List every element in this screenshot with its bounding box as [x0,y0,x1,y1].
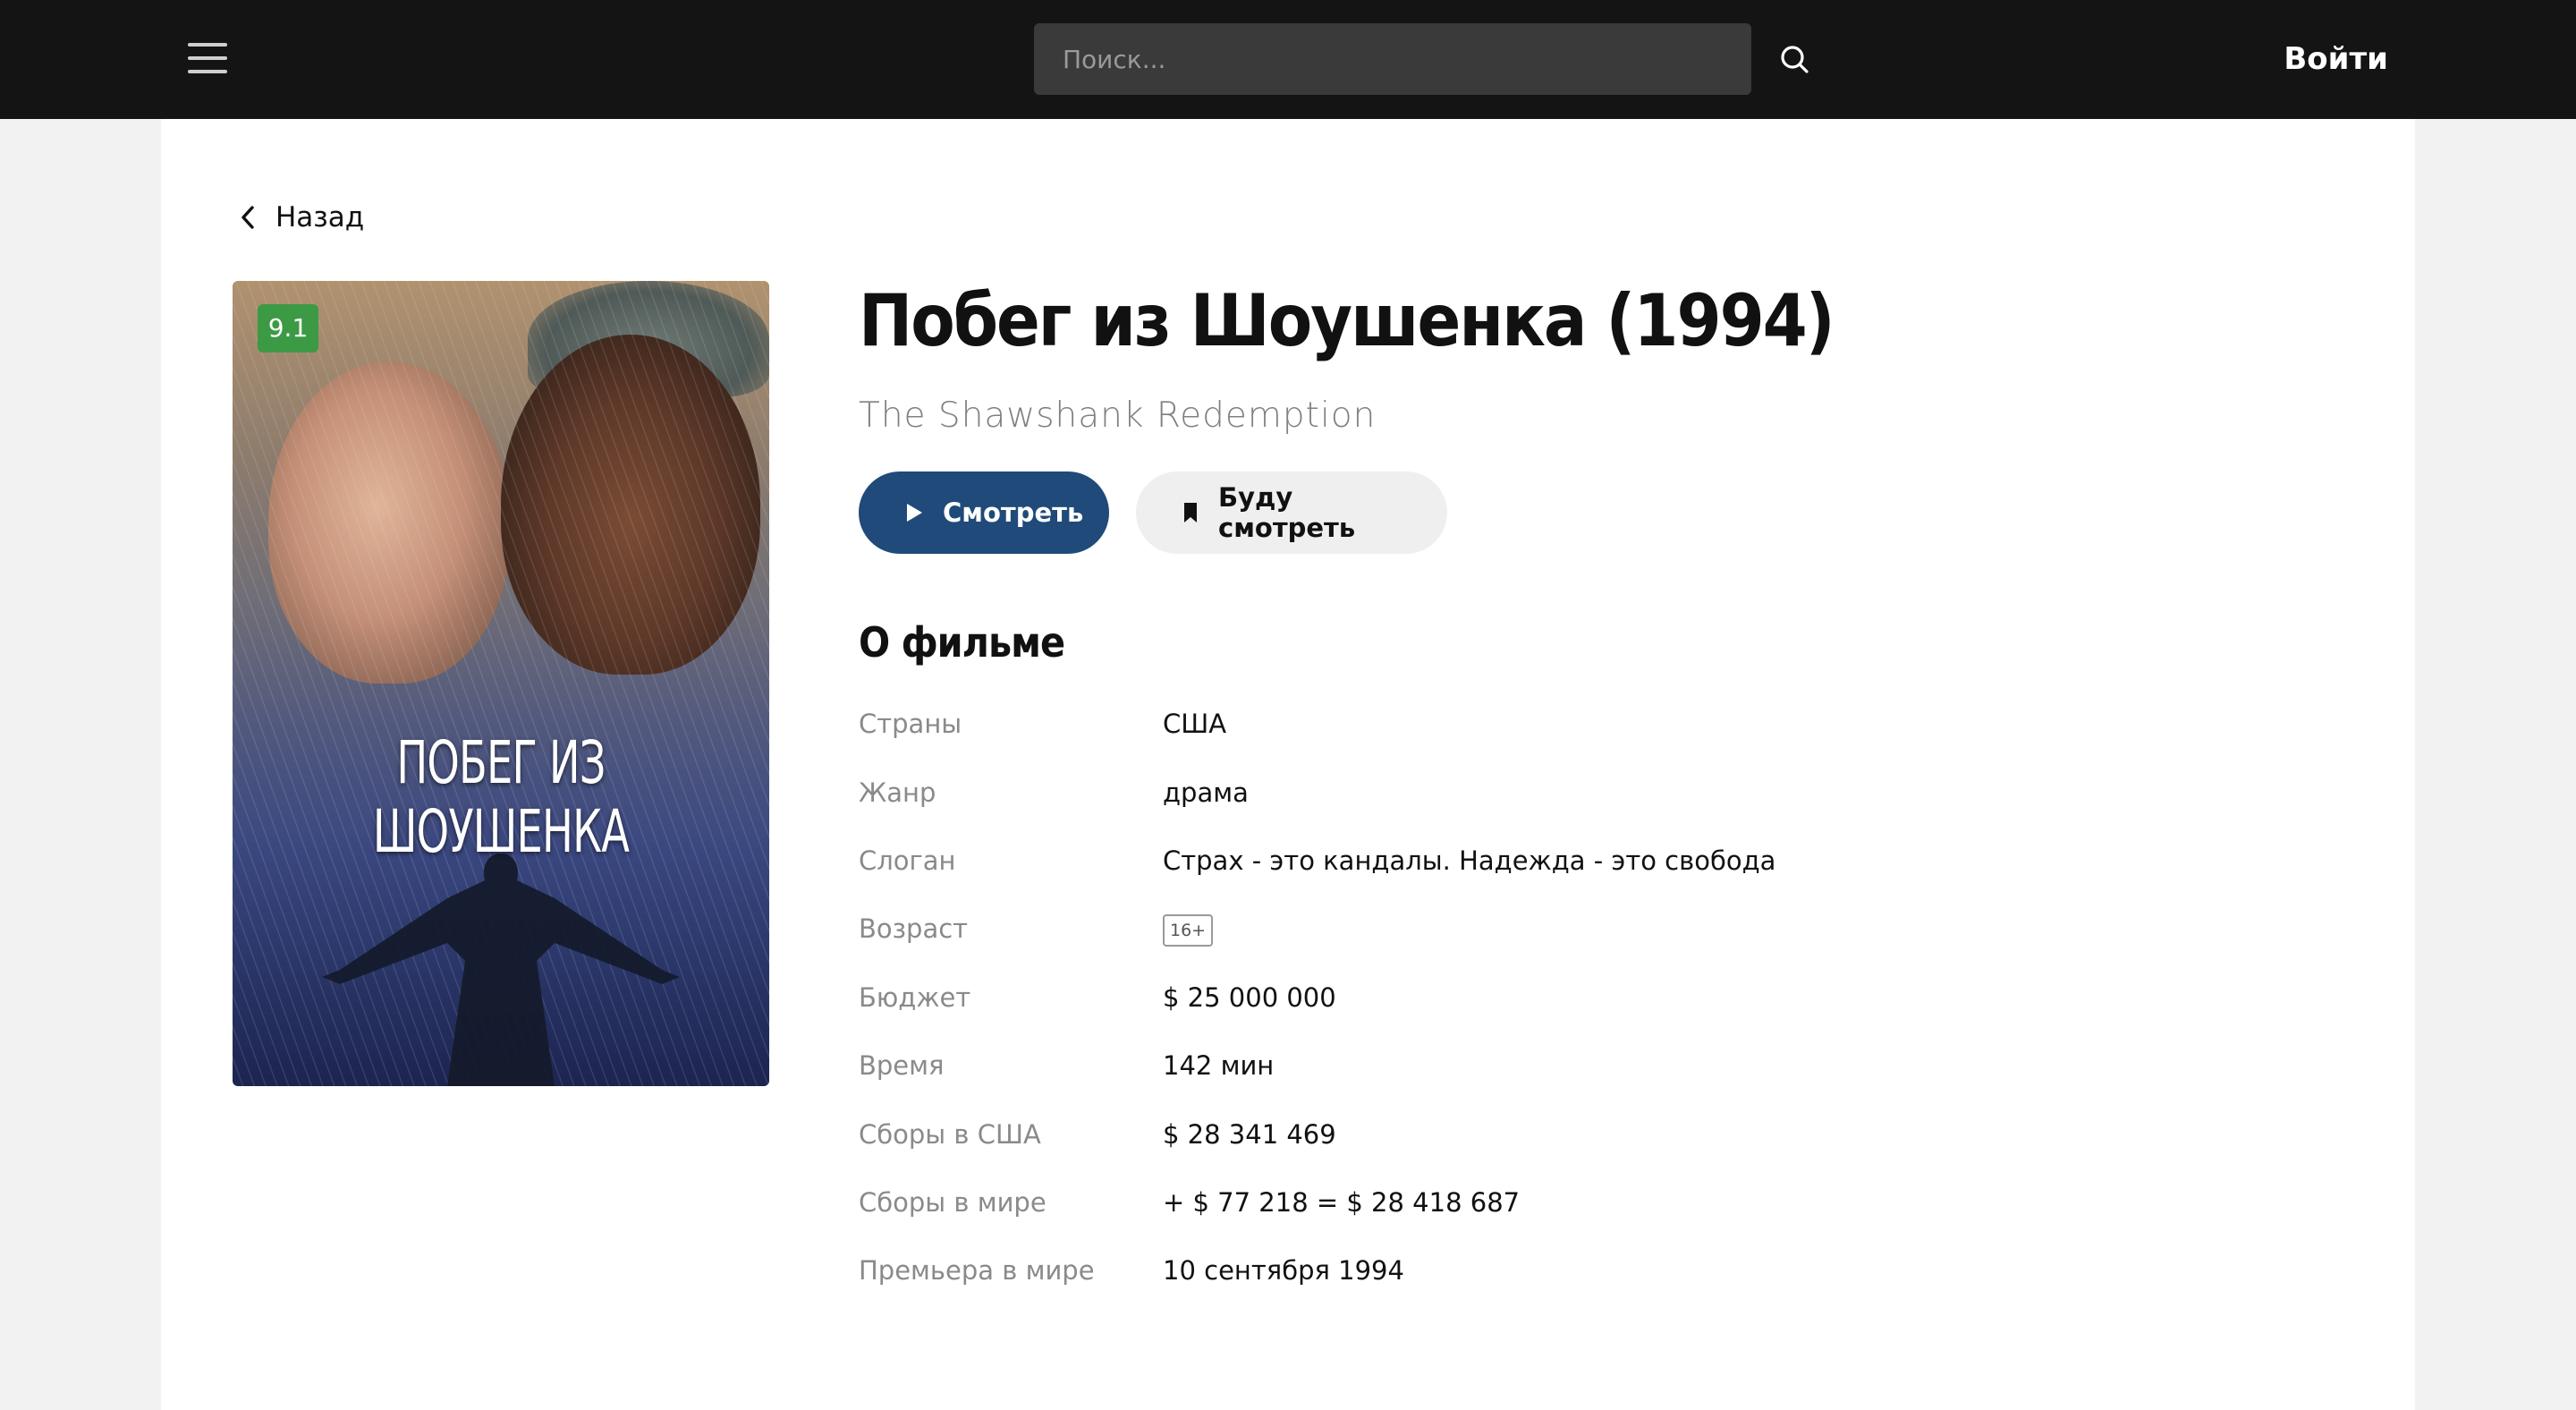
fact-row-premiere: Премьера в мире 10 сентября 1994 [859,1236,2290,1304]
watch-button-label: Смотреть [943,497,1084,528]
rating-badge: 9.1 [258,304,318,352]
fact-value: 16+ [1163,912,1214,947]
facts-list: Страны США Жанр драма Слоган Страх - это… [859,690,2290,1305]
age-rating-badge: 16+ [1163,913,1214,947]
fact-value: 142 мин [1163,1050,1275,1082]
play-icon [907,504,922,522]
fact-label: Время [859,1050,945,1082]
movie-title: Побег из Шоушенка (1994) [859,279,1835,362]
poster-art-figure [322,854,680,1086]
hamburger-menu-icon[interactable] [188,43,227,73]
chevron-left-icon [242,206,254,229]
fact-row-slogan: Слоган Страх - это кандалы. Надежда - эт… [859,827,2290,895]
fact-row-budget: Бюджет $ 25 000 000 [859,964,2290,1032]
top-navigation-bar: Войти [0,0,2576,119]
fact-row-box-office-usa: Сборы в США $ 28 341 469 [859,1100,2290,1168]
fact-value: 10 сентября 1994 [1163,1255,1404,1287]
back-link-label: Назад [275,201,365,234]
original-title: The Shawshank Redemption [859,395,1377,436]
fact-row-genre: Жанр драма [859,758,2290,826]
back-link[interactable]: Назад [240,191,364,244]
watch-later-button-label: Буду смотреть [1218,482,1356,543]
movie-page: Назад ПОБЕГ ИЗ ШОУШЕНКА 9.1 Побег из Шоу… [161,119,2415,1410]
fact-row-age: Возраст 16+ [859,895,2290,963]
search-input[interactable] [1034,23,1751,95]
fact-label: Слоган [859,845,956,876]
fact-label: Сборы в США [859,1118,1041,1150]
fact-value: $ 28 341 469 [1163,1118,1336,1150]
fact-label: Сборы в мире [859,1186,1046,1218]
watch-button[interactable]: Смотреть [859,471,1109,554]
movie-poster[interactable]: ПОБЕГ ИЗ ШОУШЕНКА 9.1 [233,281,769,1086]
fact-value: $ 25 000 000 [1163,981,1336,1013]
fact-row-countries: Страны США [859,690,2290,758]
search-icon[interactable] [1778,43,1810,75]
watch-later-button[interactable]: Буду смотреть [1136,471,1447,554]
fact-value: + $ 77 218 = $ 28 418 687 [1163,1186,1521,1218]
fact-label: Премьера в мире [859,1255,1095,1287]
fact-label: Бюджет [859,981,971,1013]
fact-label: Жанр [859,777,936,808]
login-button[interactable]: Войти [2284,34,2388,84]
fact-value: Страх - это кандалы. Надежда - это свобо… [1163,845,1776,876]
fact-label: Страны [859,709,962,740]
bookmark-icon [1184,503,1197,522]
fact-row-runtime: Время 142 мин [859,1032,2290,1100]
fact-value[interactable]: драма [1163,777,1249,808]
action-buttons: Смотреть Буду смотреть [859,471,2290,554]
search-field[interactable] [1034,23,1751,95]
movie-info: Побег из Шоушенка (1994) The Shawshank R… [859,281,2290,1305]
about-heading: О фильме [859,618,1065,667]
poster-title-text: ПОБЕГ ИЗ ШОУШЕНКА [372,728,630,866]
fact-row-box-office-world: Сборы в мире + $ 77 218 = $ 28 418 687 [859,1168,2290,1236]
fact-label: Возраст [859,913,969,945]
fact-value[interactable]: США [1163,709,1226,739]
